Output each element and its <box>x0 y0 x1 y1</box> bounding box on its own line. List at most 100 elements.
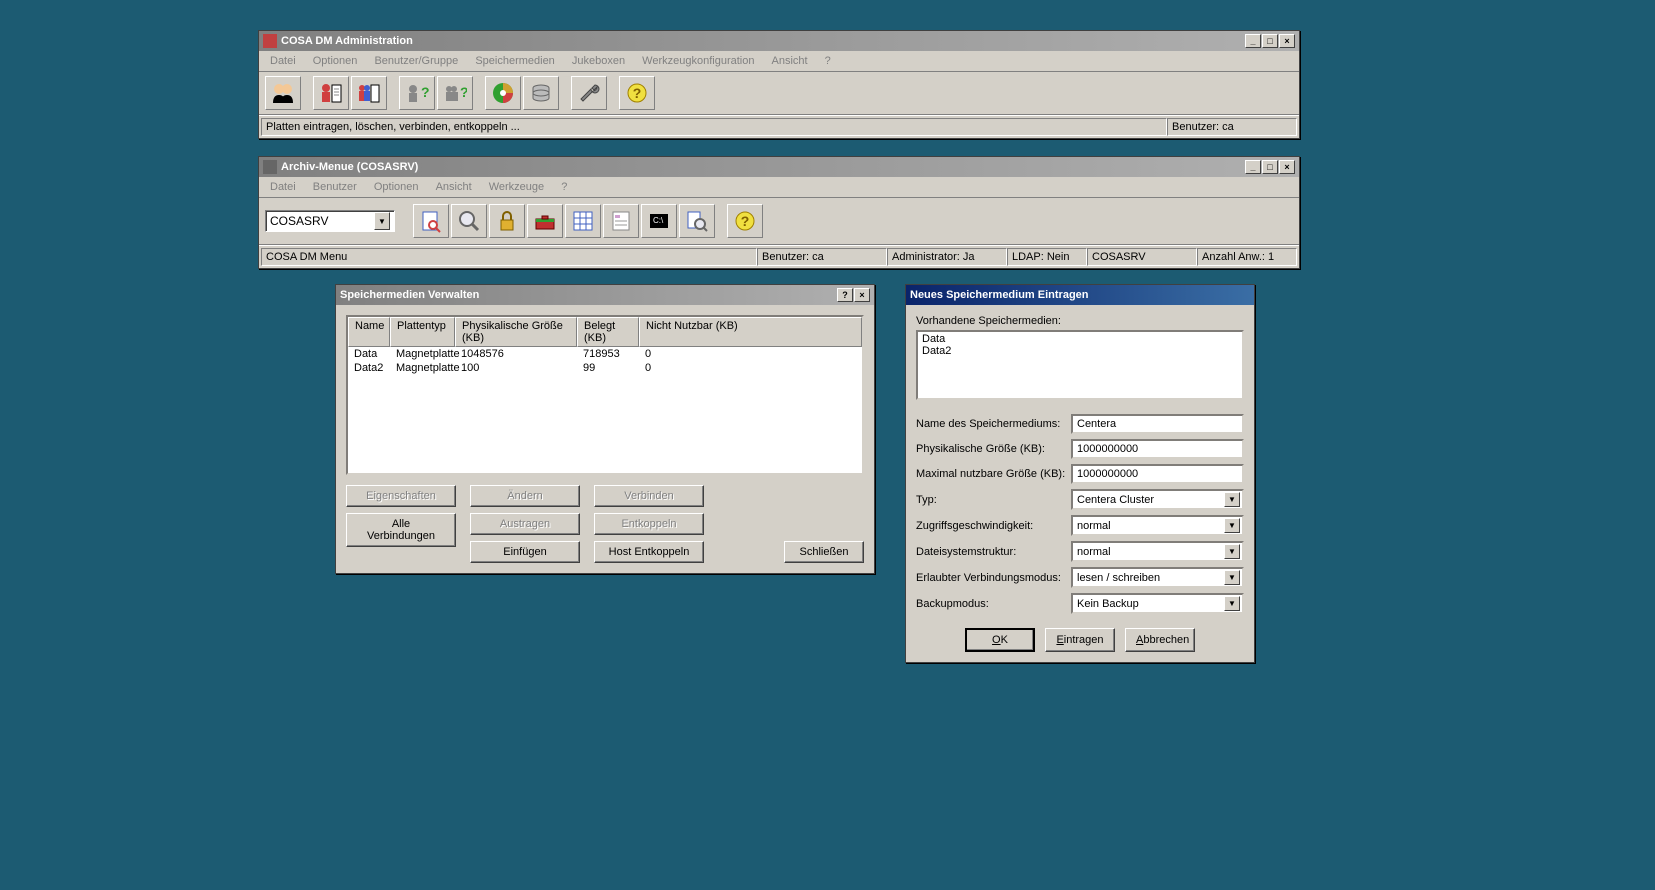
status-ldap: LDAP: Nein <box>1007 248 1087 266</box>
archiv-title-text: Archiv-Menue (COSASRV) <box>281 161 418 173</box>
media-listview[interactable]: Name Plattentyp Physikalische Größe (KB)… <box>346 315 864 475</box>
status-message: Platten eintragen, löschen, verbinden, e… <box>261 118 1167 136</box>
menu-help[interactable]: ? <box>818 53 838 69</box>
admin-titlebar: COSA DM Administration _ □ × <box>259 31 1299 51</box>
disk-color-icon[interactable] <box>485 76 521 110</box>
grid-icon[interactable] <box>565 204 601 238</box>
aendern-button[interactable]: Ändern <box>470 485 580 507</box>
listview-header: Name Plattentyp Physikalische Größe (KB)… <box>348 317 862 347</box>
list-item[interactable]: Data <box>920 333 1240 345</box>
eigenschaften-button[interactable]: Eigenschaften <box>346 485 456 507</box>
maximize-button[interactable]: □ <box>1262 160 1278 174</box>
menu-ansicht[interactable]: Ansicht <box>765 53 815 69</box>
menu-werkzeuge[interactable]: Werkzeuge <box>482 179 551 195</box>
svg-text:?: ? <box>741 213 750 229</box>
form-icon[interactable] <box>603 204 639 238</box>
datei-select[interactable]: normal▼ <box>1071 541 1244 562</box>
col-name[interactable]: Name <box>348 317 390 347</box>
server-combo[interactable]: COSASRV ▼ <box>265 210 395 232</box>
einfuegen-button[interactable]: Einfügen <box>470 541 580 563</box>
help-icon[interactable]: ? <box>727 204 763 238</box>
col-phys[interactable]: Physikalische Größe (KB) <box>455 317 577 347</box>
backup-select[interactable]: Kein Backup▼ <box>1071 593 1244 614</box>
host-entkoppeln-button[interactable]: Host Entkoppeln <box>594 541 704 563</box>
verbinden-button[interactable]: Verbinden <box>594 485 704 507</box>
archiv-statusbar: COSA DM Menu Benutzer: ca Administrator:… <box>259 245 1299 268</box>
entkoppeln-button[interactable]: Entkoppeln <box>594 513 704 535</box>
status-user: Benutzer: ca <box>757 248 887 266</box>
vorhandene-listbox[interactable]: Data Data2 <box>916 330 1244 400</box>
users-doc-icon[interactable] <box>351 76 387 110</box>
max-input[interactable] <box>1071 464 1244 484</box>
svg-text:?: ? <box>460 84 467 100</box>
wrench-icon[interactable] <box>571 76 607 110</box>
zugriff-select[interactable]: normal▼ <box>1071 515 1244 536</box>
menu-benutzer-gruppe[interactable]: Benutzer/Gruppe <box>367 53 465 69</box>
close-button[interactable]: × <box>1279 160 1295 174</box>
lock-icon[interactable] <box>489 204 525 238</box>
col-belegt[interactable]: Belegt (KB) <box>577 317 639 347</box>
magnify-icon[interactable] <box>451 204 487 238</box>
archiv-menubar: Datei Benutzer Optionen Ansicht Werkzeug… <box>259 177 1299 198</box>
ok-button[interactable]: OK <box>965 628 1035 652</box>
neues-titlebar: Neues Speichermedium Eintragen <box>906 285 1254 305</box>
phys-input[interactable] <box>1071 439 1244 459</box>
austragen-button[interactable]: Austragen <box>470 513 580 535</box>
doc-magnify-icon[interactable] <box>679 204 715 238</box>
minimize-button[interactable]: _ <box>1245 160 1261 174</box>
svg-text:C:\: C:\ <box>653 216 664 225</box>
menu-datei[interactable]: Datei <box>263 53 303 69</box>
col-plattentyp[interactable]: Plattentyp <box>390 317 455 347</box>
schliessen-button[interactable]: Schließen <box>784 541 864 563</box>
table-row[interactable]: Data Magnetplatte 1048576 718953 0 <box>348 347 862 361</box>
chevron-down-icon: ▼ <box>1224 518 1240 533</box>
toolbox-icon[interactable] <box>527 204 563 238</box>
help-icon[interactable]: ? <box>619 76 655 110</box>
status-server: COSASRV <box>1087 248 1197 266</box>
user-help-icon[interactable]: ? <box>399 76 435 110</box>
close-button[interactable]: × <box>854 288 870 302</box>
name-input[interactable] <box>1071 414 1244 434</box>
table-row[interactable]: Data2 Magnetplatte 100 99 0 <box>348 361 862 375</box>
list-item[interactable]: Data2 <box>920 345 1240 357</box>
name-label: Name des Speichermediums: <box>916 418 1071 430</box>
menu-speichermedien[interactable]: Speichermedien <box>468 53 562 69</box>
chevron-down-icon: ▼ <box>1224 596 1240 611</box>
users-icon[interactable] <box>265 76 301 110</box>
minimize-button[interactable]: _ <box>1245 34 1261 48</box>
abbrechen-button[interactable]: Abbrechen <box>1125 628 1195 652</box>
svg-text:?: ? <box>421 84 429 100</box>
alle-verbindungen-button[interactable]: Alle Verbindungen <box>346 513 456 547</box>
terminal-icon[interactable]: C:\ <box>641 204 677 238</box>
neues-body: Vorhandene Speichermedien: Data Data2 Na… <box>906 305 1254 662</box>
neues-title-text: Neues Speichermedium Eintragen <box>910 289 1089 301</box>
status-user: Benutzer: ca <box>1167 118 1297 136</box>
status-anzahl: Anzahl Anw.: 1 <box>1197 248 1297 266</box>
menu-optionen[interactable]: Optionen <box>306 53 365 69</box>
doc-search-icon[interactable] <box>413 204 449 238</box>
menu-jukeboxen[interactable]: Jukeboxen <box>565 53 632 69</box>
erlaubt-select[interactable]: lesen / schreiben▼ <box>1071 567 1244 588</box>
admin-statusbar: Platten eintragen, löschen, verbinden, e… <box>259 115 1299 138</box>
eintragen-button[interactable]: Eintragen <box>1045 628 1115 652</box>
vorhandene-label: Vorhandene Speichermedien: <box>916 315 1244 327</box>
typ-select[interactable]: Centera Cluster▼ <box>1071 489 1244 510</box>
status-menu: COSA DM Menu <box>261 248 757 266</box>
menu-werkzeugkonfiguration[interactable]: Werkzeugkonfiguration <box>635 53 761 69</box>
menu-optionen[interactable]: Optionen <box>367 179 426 195</box>
menu-benutzer[interactable]: Benutzer <box>306 179 364 195</box>
close-button[interactable]: × <box>1279 34 1295 48</box>
database-icon[interactable] <box>523 76 559 110</box>
col-nicht[interactable]: Nicht Nutzbar (KB) <box>639 317 862 347</box>
user-doc-icon[interactable] <box>313 76 349 110</box>
menu-datei[interactable]: Datei <box>263 179 303 195</box>
verwalten-dialog: Speichermedien Verwalten ? × Name Platte… <box>335 284 875 574</box>
help-button[interactable]: ? <box>837 288 853 302</box>
menu-ansicht[interactable]: Ansicht <box>429 179 479 195</box>
archiv-titlebar: Archiv-Menue (COSASRV) _ □ × <box>259 157 1299 177</box>
users-help-icon[interactable]: ? <box>437 76 473 110</box>
app-icon <box>263 34 277 48</box>
maximize-button[interactable]: □ <box>1262 34 1278 48</box>
backup-label: Backupmodus: <box>916 598 1071 610</box>
menu-help[interactable]: ? <box>554 179 574 195</box>
